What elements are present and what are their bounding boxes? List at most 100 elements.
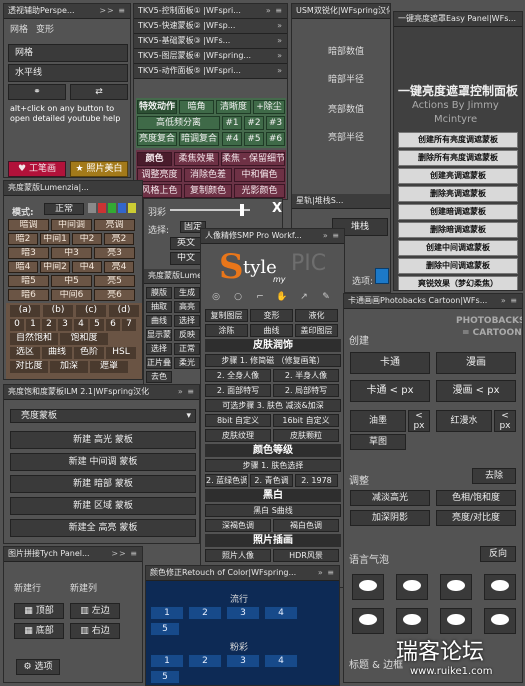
tool-icon[interactable]: ✎ — [317, 291, 335, 305]
lumenzia-zone-button[interactable]: 中3 — [51, 247, 92, 259]
style-color-button[interactable]: 风格上色 — [137, 184, 182, 198]
easy-mask-button[interactable]: 删除中间调遮蒙板 — [398, 258, 518, 274]
ink-button[interactable]: 油墨 — [350, 410, 406, 432]
ilm-mask-button[interactable]: 新建 中间调 蒙板 — [10, 453, 196, 471]
adjust-button[interactable]: HSL — [106, 347, 136, 359]
lumenzia-zone-button[interactable]: 中间1 — [40, 233, 70, 245]
smp-action-button[interactable]: HDR风景 — [273, 549, 339, 562]
smp-action-button[interactable]: 盖印图层 — [295, 324, 338, 337]
ilm-mask-button[interactable]: 新建 高光 蒙板 — [10, 431, 196, 449]
easy-mask-button[interactable]: 创建所有亮度调遮蒙板 — [398, 132, 518, 148]
number-button[interactable]: 6 — [106, 319, 120, 331]
ilm-mask-button[interactable]: 新建 暗部 蒙板 — [10, 475, 196, 493]
smp-action-button[interactable]: 2. 面部特写 — [205, 384, 271, 397]
slot-2[interactable]: #2 — [244, 116, 264, 130]
freq-sep-button[interactable]: 高低频分离 — [137, 116, 220, 130]
lumenzia-zone-button[interactable]: 暗3 — [8, 247, 49, 259]
lumenzia-zone-button[interactable]: 亮6 — [94, 289, 135, 301]
smp-action-button[interactable]: 涂陈 — [205, 324, 248, 337]
smp-action-button[interactable]: 2. 青色调 — [250, 474, 293, 487]
smp-action-button[interactable]: 8bit 自定义 — [205, 414, 271, 427]
close-icon[interactable]: X — [272, 201, 282, 216]
lumen-action-button[interactable]: 曲线 — [146, 315, 172, 327]
smp-action-button[interactable]: 皮肤颗粒 — [273, 429, 339, 442]
tab-basic[interactable]: TKV5-基础蒙板③ |WFs...» — [134, 34, 287, 49]
remove-button[interactable]: 去除 — [472, 468, 516, 484]
sketch-button[interactable]: 草图 — [350, 434, 406, 450]
dodge-burn-button[interactable]: 可选步骤 3. 肤色 减淡&加深 — [205, 399, 341, 412]
lumenzia-zone-button[interactable]: 亮2 — [104, 233, 134, 245]
lumenzia-zone-button[interactable]: 中间6 — [51, 289, 92, 301]
tool-icon[interactable]: ◎ — [207, 291, 225, 305]
comic-button[interactable]: 漫画 — [436, 352, 516, 374]
swatch-yellow-icon[interactable] — [128, 203, 136, 213]
tone-button[interactable]: 加深 — [50, 361, 88, 373]
menu-grid[interactable]: 网格 — [10, 22, 28, 35]
smp-action-button[interactable]: 皮肤纹理 — [205, 429, 271, 442]
pastel-preset[interactable]: 1 — [150, 654, 184, 668]
easy-mask-button[interactable]: 创建中间调遮蒙板 — [398, 240, 518, 256]
ilm-mask-button[interactable]: 新建全 高亮 蒙板 — [10, 519, 196, 537]
easy-mask-button[interactable]: 爽锐效果（梦幻柔焦） — [398, 276, 518, 290]
brightness-contrast-button[interactable]: 亮度/对比度 — [436, 510, 516, 526]
lumen-action-button[interactable]: 高亮 — [174, 301, 200, 313]
popular-preset[interactable]: 4 — [264, 606, 298, 620]
bright-composite-button[interactable]: 亮度复合 — [137, 132, 177, 146]
cartoon-button[interactable]: 卡通 — [350, 352, 430, 374]
vignette-button[interactable]: 暗角 — [179, 100, 214, 114]
heal-step-button[interactable]: 步骤 1. 修简磁 （修复画笔） — [205, 354, 341, 367]
tool-icon[interactable]: ⌐ — [251, 291, 269, 305]
lumenzia-zone-button[interactable]: 暗4 — [8, 261, 38, 273]
number-button[interactable]: 7 — [122, 319, 136, 331]
lumenzia-zone-button[interactable]: 中2 — [72, 233, 102, 245]
pastel-preset[interactable]: 4 — [264, 654, 298, 668]
tone-button[interactable]: 遮罩 — [90, 361, 128, 373]
easy-mask-button[interactable]: 创建亮调遮蒙板 — [398, 168, 518, 184]
saturation-button[interactable]: 饱和度 — [60, 333, 108, 345]
popular-preset[interactable]: 1 — [150, 606, 184, 620]
smp-action-button[interactable]: 深褐色调 — [205, 519, 271, 532]
speech-bubble-icon[interactable] — [396, 574, 428, 600]
soft-focus-detail-button[interactable]: 柔焦 - 保留细节 — [221, 152, 285, 166]
ink-px-button[interactable]: < px — [408, 410, 430, 432]
tone-button[interactable]: 对比度 — [10, 361, 48, 373]
lumen-action-button[interactable]: 选择 — [146, 343, 172, 355]
startrail-tab[interactable]: 星轨|堆栈S... — [292, 194, 390, 209]
menu-transform[interactable]: 变形 — [36, 22, 54, 35]
ilm-mode-select[interactable]: 亮度蒙板 ▾ — [10, 409, 196, 423]
speech-bubble-icon[interactable] — [440, 574, 472, 600]
chinese-button[interactable]: 中文 — [170, 252, 202, 265]
speech-bubble-icon[interactable] — [484, 574, 516, 600]
speech-bubble-icon[interactable] — [352, 574, 384, 600]
smp-action-button[interactable]: 液化 — [295, 309, 338, 322]
red-comic-button[interactable]: 红漫水 — [436, 410, 492, 432]
soft-focus-button[interactable]: 柔焦效果 — [174, 152, 219, 166]
lumenzia-zone-button[interactable]: 中5 — [51, 275, 92, 287]
number-button[interactable]: 1 — [26, 319, 40, 331]
light-color-button[interactable]: 光影颜色 — [234, 184, 285, 198]
easy-mask-button[interactable]: 删除暗调遮蒙板 — [398, 222, 518, 238]
left-button[interactable]: ▥ 左边 — [70, 603, 120, 619]
comic-px-button[interactable]: 漫画 < px — [436, 380, 516, 402]
bottom-button[interactable]: ▦ 底部 — [14, 623, 64, 639]
dust-button[interactable]: +除尘 — [253, 100, 285, 114]
lumen-action-button[interactable]: 正片叠底 — [146, 357, 172, 369]
lumenzia-zone-button[interactable]: 暗调 — [8, 219, 49, 231]
pastel-5[interactable]: 5 — [150, 670, 180, 684]
letter-button[interactable]: (d) — [109, 305, 139, 317]
lumenzia-zone-button[interactable]: 暗5 — [8, 275, 49, 287]
red-comic-px-button[interactable]: < px — [494, 410, 516, 432]
lumen-action-button[interactable]: 反映 — [174, 329, 200, 341]
letter-button[interactable]: (a) — [10, 305, 40, 317]
smp-action-button[interactable]: 2. 局部特写 — [273, 384, 339, 397]
mode-select[interactable]: 正常 — [44, 203, 84, 215]
hue-sat-button[interactable]: 色相/饱和度 — [436, 490, 516, 506]
lumenzia-zone-button[interactable]: 亮3 — [94, 247, 135, 259]
swatch-green-icon[interactable] — [108, 203, 116, 213]
popular-preset[interactable]: 2 — [188, 606, 222, 620]
saturation-button[interactable]: 自然饱和 — [10, 333, 58, 345]
adjust-button[interactable]: 曲线 — [42, 347, 72, 359]
whiten-button[interactable]: ★ 照片美白 — [70, 161, 128, 177]
pastel-preset[interactable]: 2 — [188, 654, 222, 668]
remove-aberration-button[interactable]: 消除色差 — [184, 168, 232, 182]
